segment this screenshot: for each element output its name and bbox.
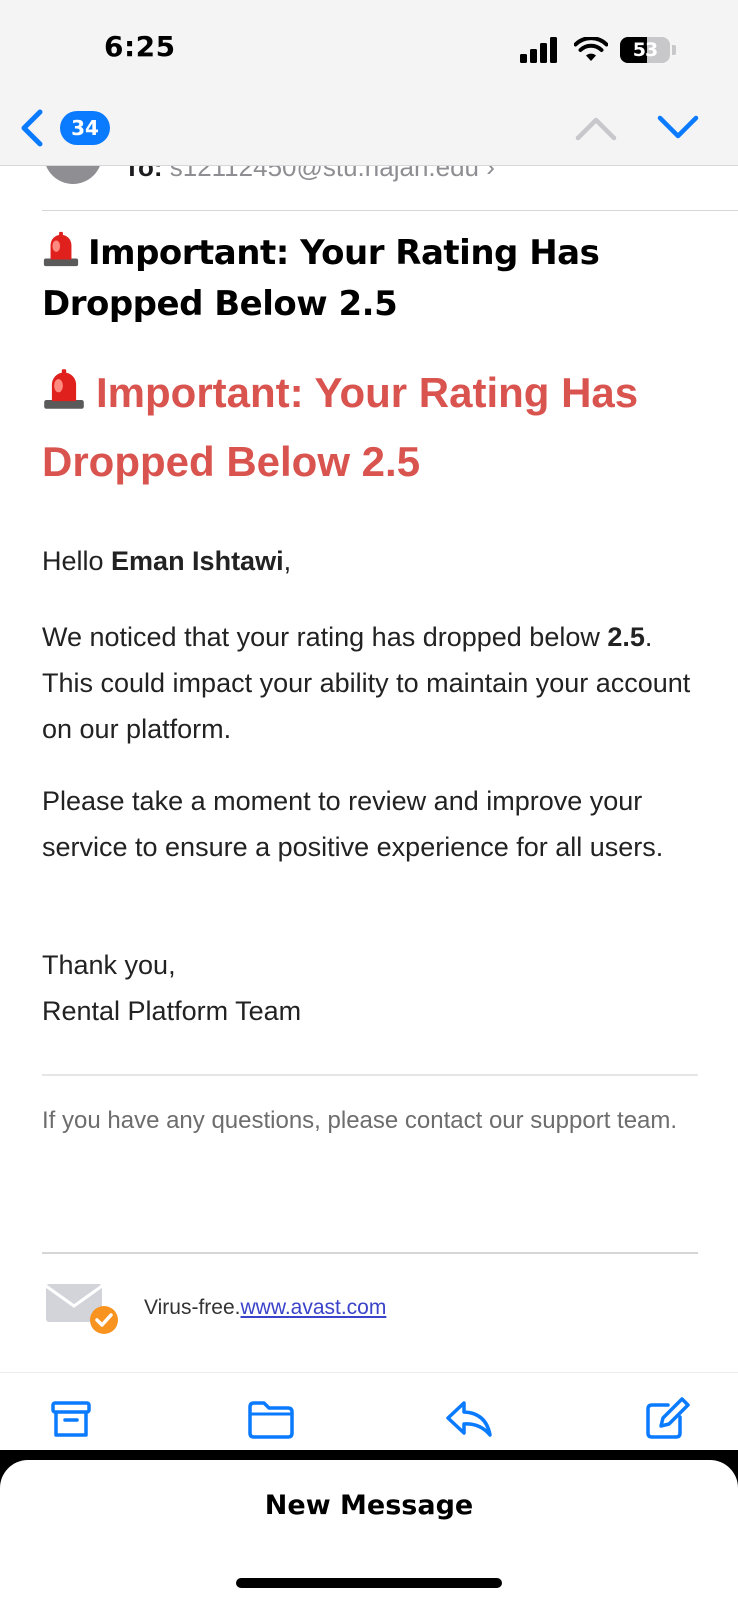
back-button[interactable]: 34 bbox=[18, 108, 110, 148]
archive-button[interactable] bbox=[46, 1397, 96, 1441]
status-bar: 6:25 53 bbox=[0, 0, 738, 98]
chevron-left-icon bbox=[21, 109, 43, 147]
home-indicator[interactable] bbox=[236, 1578, 502, 1588]
status-time: 6:25 bbox=[104, 30, 176, 63]
recipient-address[interactable]: s12112450@stu.najah.edu bbox=[170, 166, 479, 182]
cellular-signal-icon bbox=[520, 37, 557, 63]
footer-divider bbox=[42, 1074, 698, 1076]
recipient-name: Eman Ishtawi bbox=[111, 546, 284, 576]
paragraph-rating-notice: We noticed that your rating has dropped … bbox=[42, 614, 702, 752]
footer-divider bbox=[42, 1252, 698, 1254]
recipient-chevron: › bbox=[486, 166, 495, 182]
draft-title[interactable]: New Message bbox=[0, 1490, 738, 1521]
compose-icon bbox=[646, 1397, 690, 1439]
heading-text: Important: Your Rating Has Dropped Below… bbox=[42, 369, 639, 485]
unread-count-badge: 34 bbox=[60, 111, 110, 145]
reply-button[interactable] bbox=[444, 1397, 494, 1441]
to-label: To: bbox=[124, 166, 163, 182]
chevron-up-icon[interactable] bbox=[574, 112, 618, 142]
header-divider bbox=[42, 210, 738, 211]
wifi-icon bbox=[574, 37, 608, 61]
support-note: If you have any questions, please contac… bbox=[42, 1107, 678, 1134]
greeting: Hello Eman Ishtawi, bbox=[42, 538, 702, 584]
avast-signature: Virus-free.www.avast.com bbox=[44, 1278, 386, 1338]
subject-text: Important: Your Rating Has Dropped Below… bbox=[42, 233, 600, 324]
virus-free-label: Virus-free. bbox=[144, 1296, 241, 1319]
compose-button[interactable] bbox=[642, 1397, 692, 1441]
rating-value: 2.5 bbox=[607, 622, 645, 652]
greeting-prefix: Hello bbox=[42, 546, 112, 576]
folder-icon bbox=[248, 1401, 294, 1439]
avatar bbox=[44, 166, 102, 184]
virus-free-text: Virus-free.www.avast.com bbox=[144, 1296, 386, 1320]
chevron-down-icon[interactable] bbox=[656, 112, 700, 142]
email-heading: Important: Your Rating Has Dropped Below… bbox=[42, 358, 702, 496]
recipient-line[interactable]: To: s12112450@stu.najah.edu › bbox=[124, 166, 495, 183]
para1-before: We noticed that your rating has dropped … bbox=[42, 622, 608, 652]
battery-nub bbox=[672, 45, 676, 55]
move-to-folder-button[interactable] bbox=[246, 1397, 296, 1441]
draft-sheet[interactable]: New Message bbox=[0, 1460, 738, 1600]
closing-signature: Rental Platform Team bbox=[42, 996, 302, 1026]
email-subject: Important: Your Rating Has Dropped Below… bbox=[42, 228, 682, 330]
greeting-suffix: , bbox=[283, 546, 292, 576]
mail-nav-bar: 34 bbox=[0, 98, 738, 166]
reply-icon bbox=[446, 1401, 492, 1437]
battery-icon: 53 bbox=[620, 37, 670, 63]
recipient-strip: To: s12112450@stu.najah.edu › bbox=[0, 166, 738, 212]
closing-thanks: Thank you, bbox=[42, 950, 176, 980]
avast-link[interactable]: www.avast.com bbox=[240, 1296, 386, 1319]
envelope-check-icon bbox=[45, 1284, 118, 1334]
closing: Thank you, Rental Platform Team bbox=[42, 942, 702, 1034]
archive-icon bbox=[51, 1401, 91, 1437]
battery-level: 53 bbox=[632, 39, 658, 61]
paragraph-request: Please take a moment to review and impro… bbox=[42, 786, 664, 862]
status-icons: 53 bbox=[520, 36, 676, 64]
siren-icon bbox=[43, 231, 79, 267]
siren-icon bbox=[44, 369, 84, 409]
